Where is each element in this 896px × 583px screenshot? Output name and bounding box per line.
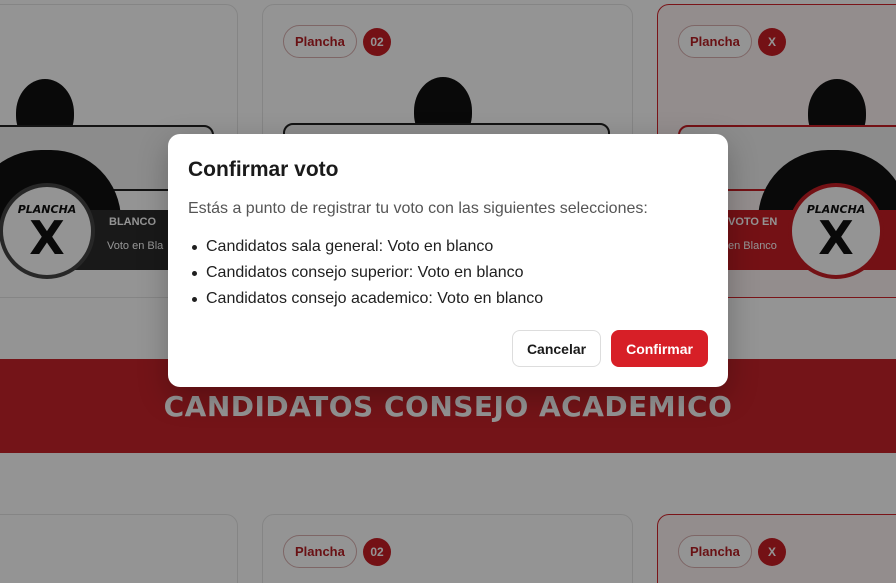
dialog-actions: Cancelar Confirmar <box>511 330 708 367</box>
dialog-description: Estás a punto de registrar tu voto con l… <box>188 200 648 217</box>
dialog-title: Confirmar voto <box>188 158 339 181</box>
confirm-button[interactable]: Confirmar <box>611 330 708 367</box>
cancel-button[interactable]: Cancelar <box>511 330 602 367</box>
selection-item: Candidatos consejo superior: Voto en bla… <box>188 260 708 286</box>
selection-item: Candidatos sala general: Voto en blanco <box>188 234 708 260</box>
confirm-vote-dialog: Confirmar voto Estás a punto de registra… <box>168 134 728 387</box>
selection-item: Candidatos consejo academico: Voto en bl… <box>188 286 708 312</box>
selection-list: Candidatos sala general: Voto en blanco … <box>188 234 708 312</box>
